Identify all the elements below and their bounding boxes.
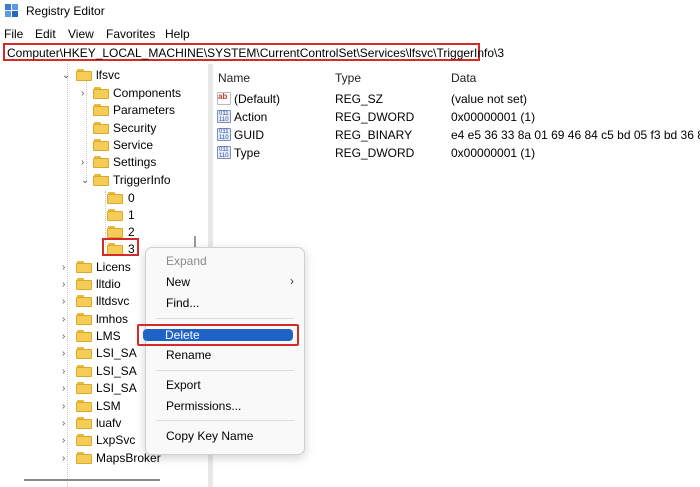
menu-item-copy-key-name[interactable]: Copy Key Name (146, 426, 304, 446)
menu-item-export[interactable]: Export (146, 375, 304, 395)
chevron-right-icon: › (290, 274, 294, 288)
string-value-icon: ab (217, 92, 231, 105)
menu-edit[interactable]: Edit (35, 27, 56, 41)
value-row[interactable]: 011 110 GUID REG_BINARY e4 e5 36 33 8a 0… (213, 126, 700, 144)
folder-icon (76, 69, 92, 81)
folder-icon (76, 330, 92, 342)
registry-editor-icon (5, 4, 18, 17)
chevron-right-icon[interactable]: › (62, 432, 72, 449)
menu-item-find[interactable]: Find... (146, 293, 304, 313)
title-bar: Registry Editor (0, 0, 700, 22)
chevron-right-icon[interactable]: › (62, 450, 72, 467)
chevron-down-icon[interactable]: ⌄ (62, 67, 72, 84)
folder-icon (76, 365, 92, 377)
value-row[interactable]: ab (Default) REG_SZ (value not set) (213, 90, 700, 108)
menu-item-permissions[interactable]: Permissions... (146, 396, 304, 416)
menu-item-delete[interactable]: Delete (137, 324, 299, 346)
folder-icon (76, 313, 92, 325)
value-row[interactable]: 011 110 Type REG_DWORD 0x00000001 (1) (213, 144, 700, 162)
chevron-right-icon[interactable]: › (62, 345, 72, 362)
chevron-right-icon[interactable]: › (81, 154, 91, 171)
folder-icon (76, 295, 92, 307)
folder-icon (107, 209, 123, 221)
folder-icon (76, 400, 92, 412)
folder-icon (93, 87, 109, 99)
column-header-type[interactable]: Type (335, 71, 361, 85)
folder-icon (76, 417, 92, 429)
folder-icon (76, 382, 92, 394)
chevron-right-icon[interactable]: › (62, 293, 72, 310)
folder-icon (107, 192, 123, 204)
menu-item-expand: Expand (166, 254, 207, 268)
address-bar[interactable]: Computer\HKEY_LOCAL_MACHINE\SYSTEM\Curre… (3, 43, 504, 61)
folder-icon (93, 104, 109, 116)
chevron-right-icon[interactable]: › (62, 363, 72, 380)
menu-favorites[interactable]: Favorites (106, 27, 155, 41)
folder-icon (93, 139, 109, 151)
folder-icon (76, 347, 92, 359)
chevron-right-icon[interactable]: › (62, 415, 72, 432)
binary-value-icon: 011 110 (217, 110, 231, 123)
folder-icon (76, 261, 92, 273)
column-header-name[interactable]: Name (218, 71, 250, 85)
chevron-right-icon[interactable]: › (62, 398, 72, 415)
folder-icon (93, 156, 109, 168)
menu-help[interactable]: Help (165, 27, 190, 41)
chevron-down-icon[interactable]: ⌄ (81, 172, 91, 189)
column-header-data[interactable]: Data (451, 71, 476, 85)
menu-item-rename[interactable]: Rename (146, 345, 304, 365)
chevron-right-icon[interactable]: › (62, 328, 72, 345)
value-row[interactable]: 011 110 Action REG_DWORD 0x00000001 (1) (213, 108, 700, 126)
address-path: Computer\HKEY_LOCAL_MACHINE\SYSTEM\Curre… (7, 46, 505, 60)
chevron-right-icon[interactable]: › (62, 259, 72, 276)
menu-file[interactable]: File (4, 27, 23, 41)
chevron-right-icon[interactable]: › (81, 85, 91, 102)
chevron-right-icon[interactable]: › (62, 311, 72, 328)
chevron-right-icon[interactable]: › (62, 380, 72, 397)
selected-node-highlight (102, 238, 139, 256)
chevron-right-icon[interactable]: › (62, 276, 72, 293)
tree-horizontal-scrollbar[interactable] (24, 479, 160, 481)
folder-icon (93, 174, 109, 186)
folder-icon (93, 122, 109, 134)
menu-item-new[interactable]: New › (146, 272, 304, 292)
window-title: Registry Editor (26, 4, 105, 18)
context-menu: Expand New › Find... Rename Export Permi… (145, 247, 305, 455)
menu-bar: File Edit View Favorites Help (0, 24, 700, 42)
folder-icon (107, 226, 123, 238)
folder-icon (76, 434, 92, 446)
binary-value-icon: 011 110 (217, 146, 231, 159)
binary-value-icon: 011 110 (217, 128, 231, 141)
folder-icon (76, 452, 92, 464)
folder-icon (76, 278, 92, 290)
menu-view[interactable]: View (68, 27, 94, 41)
